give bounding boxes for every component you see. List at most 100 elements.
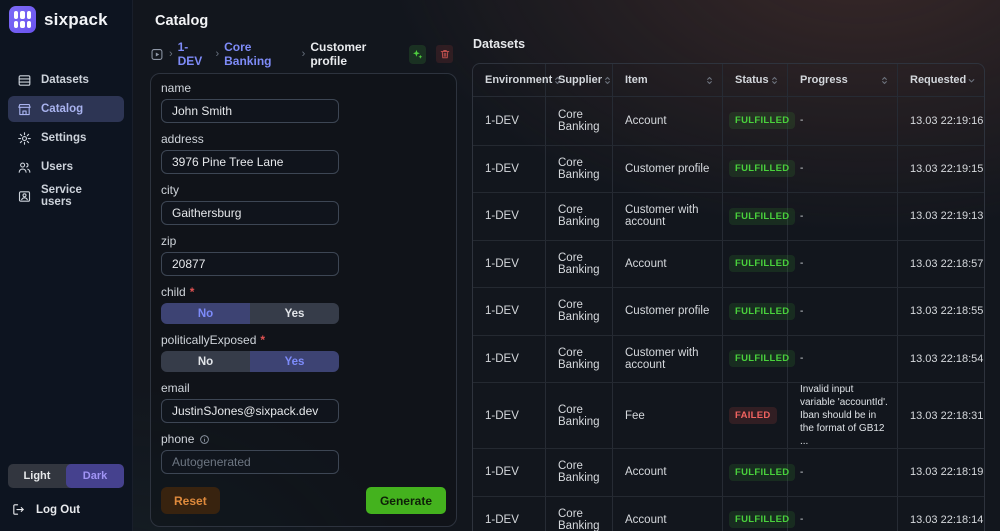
child-yes-button[interactable]: Yes (250, 303, 339, 324)
breadcrumb-separator: › (301, 48, 306, 60)
table-row[interactable]: 1-DEV Core Banking Customer with account… (473, 334, 985, 382)
politically-exposed-yes-button[interactable]: Yes (250, 351, 339, 372)
breadcrumb-env-link[interactable]: 1-DEV (178, 40, 211, 68)
cell-requested: 13.03 22:19:15 (910, 162, 984, 175)
field-label-text: city (161, 183, 179, 197)
city-input[interactable] (161, 201, 339, 225)
column-header-label: Supplier (558, 74, 603, 86)
column-header-label: Status (735, 74, 769, 86)
cell-item: Account (613, 240, 723, 287)
cell-item: Customer with account (613, 335, 723, 382)
zip-input[interactable] (161, 252, 339, 276)
name-input[interactable] (161, 99, 339, 123)
sidebar-item-catalog[interactable]: Catalog (8, 96, 124, 122)
form-actions: Reset Generate (161, 487, 446, 514)
cell-environment: 1-DEV (473, 383, 546, 448)
app-window: sixpack Datasets Catalog Settings Users … (0, 0, 1000, 531)
sidebar-item-label: Datasets (41, 74, 89, 86)
column-header-requested[interactable]: Requested (898, 64, 984, 96)
sidebar-item-users[interactable]: Users (8, 154, 124, 180)
email-input[interactable] (161, 399, 339, 423)
cell-item: Customer profile (613, 145, 723, 192)
politically-exposed-no-button[interactable]: No (161, 351, 250, 372)
cell-status: FULFILLED (723, 240, 796, 287)
sort-icon (555, 76, 561, 84)
child-toggle: No Yes (161, 303, 339, 324)
cell-requested: 13.03 22:18:54 (910, 352, 984, 365)
breadcrumb-supplier-link[interactable]: Core Banking (224, 40, 297, 68)
cell-supplier: Core Banking (546, 383, 613, 448)
logout-label: Log Out (36, 503, 81, 516)
field-group-email: email (161, 381, 446, 423)
cell-requested: 13.03 22:19:16 (910, 114, 984, 127)
sidebar: sixpack Datasets Catalog Settings Users … (0, 0, 133, 531)
table-row[interactable]: 1-DEV Core Banking Customer with account… (473, 192, 985, 240)
sidebar-item-service-users[interactable]: Service users (8, 183, 124, 209)
cell-requested: 13.03 22:18:55 (910, 305, 984, 318)
field-label: phone (161, 432, 446, 446)
table-row[interactable]: 1-DEV Core Banking Account FULFILLED - 1… (473, 239, 985, 287)
cell-supplier: Core Banking (546, 335, 613, 382)
sort-icon (882, 76, 887, 84)
child-no-button[interactable]: No (161, 303, 250, 324)
status-badge: FULFILLED (729, 160, 796, 178)
table-row[interactable]: 1-DEV Core Banking Customer profile FULF… (473, 287, 985, 335)
column-header-progress[interactable]: Progress (788, 64, 898, 96)
field-group-address: address (161, 132, 446, 174)
generate-button[interactable]: Generate (365, 487, 446, 514)
cell-item: Account (613, 496, 723, 531)
play-square-icon (151, 48, 163, 60)
datasets-title: Datasets (473, 37, 526, 51)
table-row[interactable]: 1-DEV Core Banking Account FULFILLED - 1… (473, 448, 985, 496)
cell-requested: 13.03 22:18:31 (910, 409, 984, 422)
status-badge: FULFILLED (729, 511, 796, 529)
address-input[interactable] (161, 150, 339, 174)
gear-icon (18, 131, 31, 145)
cell-supplier: Core Banking (546, 240, 613, 287)
cell-supplier: Core Banking (546, 193, 613, 240)
politically-exposed-toggle: No Yes (161, 351, 339, 372)
logout-button[interactable]: Log Out (8, 500, 124, 521)
field-label-text: name (161, 81, 192, 95)
field-label: name (161, 81, 446, 95)
status-badge: FULFILLED (729, 112, 796, 130)
reset-button[interactable]: Reset (161, 487, 220, 514)
field-group-politically-exposed: politicallyExposed * No Yes (161, 333, 446, 372)
main-content: Catalog › 1-DEV › Core Banking › Custome… (133, 0, 1000, 531)
column-header-status[interactable]: Status (723, 64, 788, 96)
cell-environment: 1-DEV (473, 145, 546, 192)
cell-requested: 13.03 22:18:57 (910, 257, 984, 270)
column-header-item[interactable]: Item (613, 64, 723, 96)
sidebar-item-datasets[interactable]: Datasets (8, 67, 124, 93)
theme-dark-button[interactable]: Dark (66, 464, 124, 488)
column-header-environment[interactable]: Environment (473, 64, 561, 96)
generated-indicator (408, 44, 427, 64)
field-label: politicallyExposed * (161, 333, 446, 347)
catalog-form: name address city zip child* (150, 73, 457, 527)
table-row[interactable]: 1-DEV Core Banking Customer profile FULF… (473, 144, 985, 192)
info-icon (200, 434, 210, 444)
phone-input[interactable] (161, 450, 339, 474)
sparkles-icon (412, 49, 423, 59)
sidebar-item-settings[interactable]: Settings (8, 125, 124, 151)
datasets-icon (18, 74, 31, 86)
sidebar-item-label: Settings (41, 132, 87, 144)
field-label: email (161, 381, 446, 395)
cell-progress: - (788, 193, 898, 240)
cell-environment: 1-DEV (473, 240, 546, 287)
cell-requested: 13.03 22:19:13 (910, 210, 984, 223)
table-row[interactable]: 1-DEV Core Banking Account FULFILLED - 1… (473, 495, 985, 531)
status-badge: FULFILLED (729, 350, 796, 368)
sidebar-item-label: Catalog (41, 103, 84, 115)
cell-item: Fee (613, 383, 723, 448)
theme-light-button[interactable]: Light (8, 464, 66, 488)
table-row[interactable]: 1-DEV Core Banking Fee FAILED Invalid in… (473, 382, 985, 448)
cell-status: FULFILLED (723, 496, 796, 531)
cell-item: Customer profile (613, 288, 723, 335)
cell-supplier: Core Banking (546, 145, 613, 192)
cell-environment: 1-DEV (473, 496, 546, 531)
table-row[interactable]: 1-DEV Core Banking Account FULFILLED - 1… (473, 97, 984, 145)
delete-button[interactable] (436, 45, 453, 63)
field-label-text: phone (161, 432, 195, 446)
sixpack-logo-icon (9, 6, 36, 33)
